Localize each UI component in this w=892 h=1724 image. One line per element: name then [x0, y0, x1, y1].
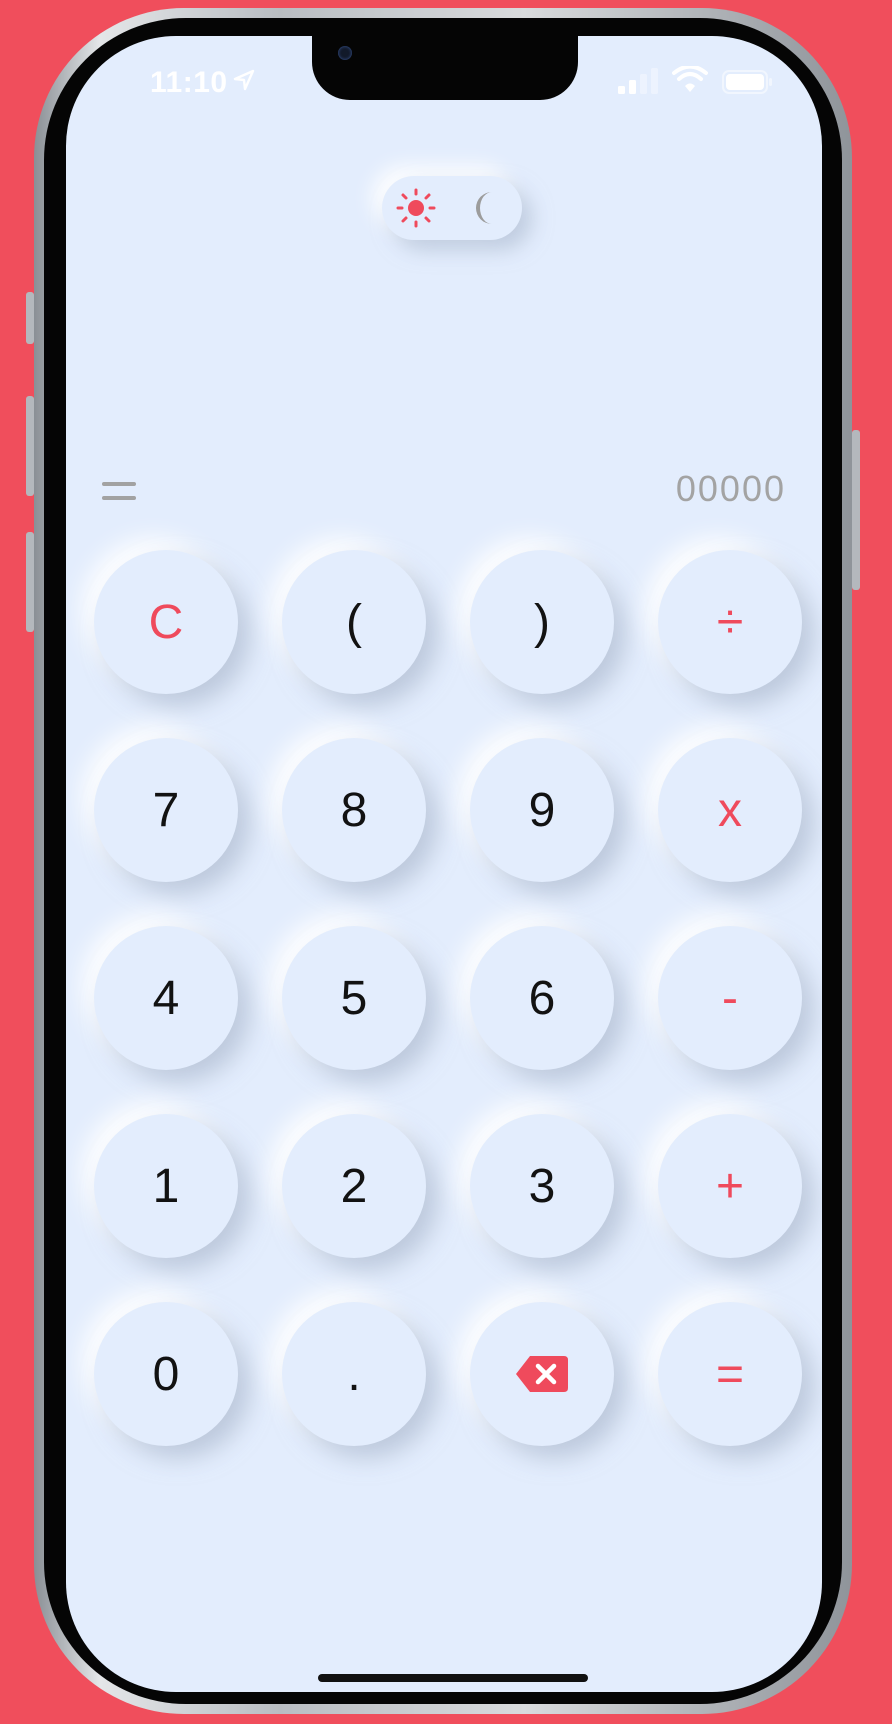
wifi-icon	[672, 66, 708, 92]
result-display: 00000	[675, 468, 786, 509]
key-multiply-button[interactable]: x	[658, 738, 802, 882]
key-8-button[interactable]: 8	[282, 738, 426, 882]
key-3-button[interactable]: 3	[470, 1114, 614, 1258]
key-label: .	[347, 1347, 361, 1401]
silent-switch	[26, 292, 34, 344]
home-indicator[interactable]	[318, 1674, 588, 1682]
key-9-button[interactable]: 9	[470, 738, 614, 882]
equals-icon[interactable]	[102, 476, 136, 506]
key-label: +	[715, 1159, 745, 1213]
key-backspace-button[interactable]	[470, 1302, 614, 1446]
power-button	[852, 430, 860, 590]
key-label: 3	[528, 1159, 556, 1213]
key-2-button[interactable]: 2	[282, 1114, 426, 1258]
key-subtract-button[interactable]: -	[658, 926, 802, 1070]
theme-toggle[interactable]	[382, 176, 522, 240]
key-6-button[interactable]: 6	[470, 926, 614, 1070]
key-label: C	[148, 595, 184, 649]
key-label: 1	[152, 1159, 180, 1213]
key-clear-button[interactable]: C	[94, 550, 238, 694]
key-label: ÷	[716, 595, 744, 649]
location-arrow-icon	[233, 69, 255, 91]
key-label: x	[718, 783, 742, 837]
status-time: 11:10	[150, 66, 228, 99]
key-close-paren-button[interactable]: )	[470, 550, 614, 694]
key-label: =	[715, 1347, 745, 1401]
key-label: 6	[528, 971, 556, 1025]
key-label: -	[722, 971, 738, 1025]
key-5-button[interactable]: 5	[282, 926, 426, 1070]
key-label: 4	[152, 971, 180, 1025]
key-7-button[interactable]: 7	[94, 738, 238, 882]
backspace-icon	[516, 1356, 568, 1392]
key-label: 5	[340, 971, 368, 1025]
key-decimal-button[interactable]: .	[282, 1302, 426, 1446]
key-label: 9	[528, 783, 556, 837]
app-screen: 11:10 00000 C () ÷ 7 8 9 x 4 5 6 - 1 2 …	[66, 36, 822, 1692]
key-label: )	[534, 595, 550, 649]
volume-down-button	[26, 532, 34, 632]
sun-icon[interactable]	[396, 188, 436, 228]
key-label: 0	[152, 1347, 180, 1401]
key-equals-button[interactable]: =	[658, 1302, 802, 1446]
key-divide-button[interactable]: ÷	[658, 550, 802, 694]
key-add-button[interactable]: +	[658, 1114, 802, 1258]
key-open-paren-button[interactable]: (	[282, 550, 426, 694]
notch	[312, 36, 578, 100]
moon-icon[interactable]	[466, 188, 506, 228]
key-0-button[interactable]: 0	[94, 1302, 238, 1446]
volume-up-button	[26, 396, 34, 496]
key-label: 8	[340, 783, 368, 837]
camera	[338, 46, 352, 60]
key-4-button[interactable]: 4	[94, 926, 238, 1070]
key-1-button[interactable]: 1	[94, 1114, 238, 1258]
cellular-signal-icon	[618, 68, 658, 94]
key-label: (	[346, 595, 362, 649]
keypad: C () ÷ 7 8 9 x 4 5 6 - 1 2 3 +0. =	[94, 550, 802, 1446]
key-label: 7	[152, 783, 180, 837]
key-label: 2	[340, 1159, 368, 1213]
battery-icon	[722, 70, 772, 94]
